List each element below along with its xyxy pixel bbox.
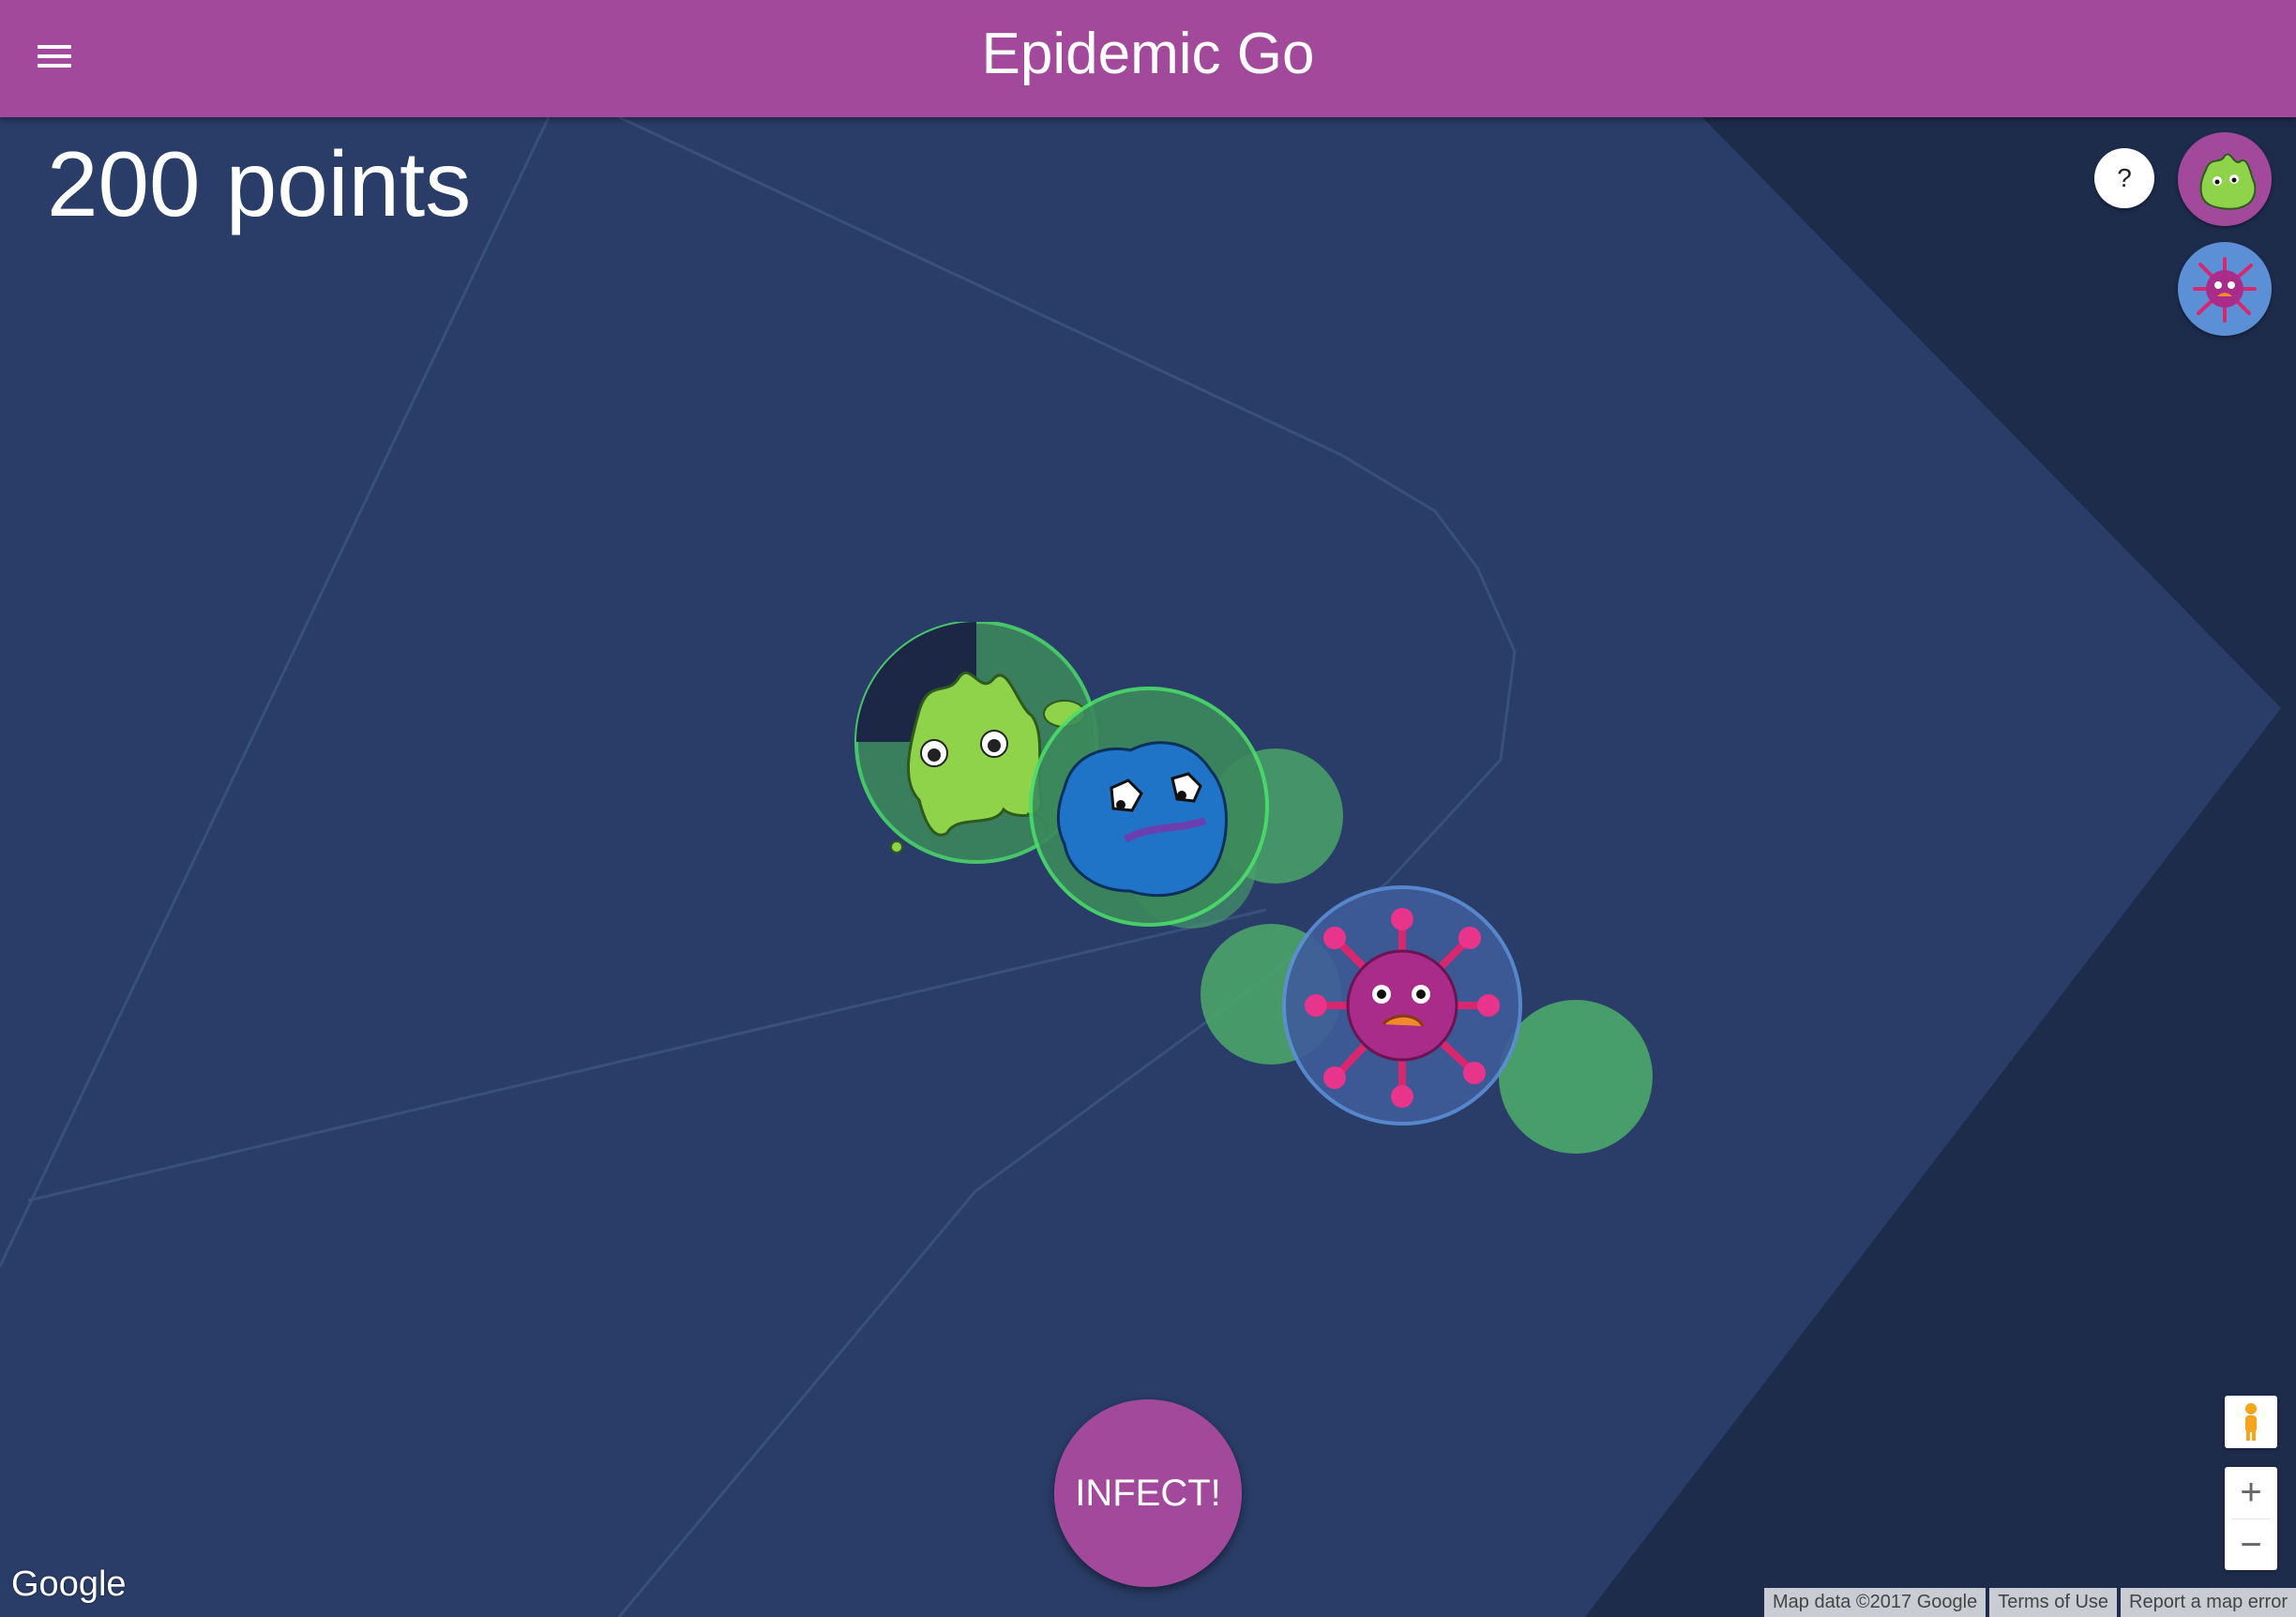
app-title: Epidemic Go bbox=[981, 22, 1315, 86]
game-map[interactable]: 200 points ? INFECT! + − Google Map data… bbox=[0, 117, 2296, 1617]
help-button[interactable]: ? bbox=[2094, 148, 2154, 208]
zoom-control: + − bbox=[2225, 1467, 2277, 1570]
blue-blob-marker[interactable] bbox=[1027, 685, 1271, 929]
zoom-out-button[interactable]: − bbox=[2225, 1519, 2277, 1571]
pink-virus-marker[interactable] bbox=[1280, 884, 1524, 1127]
player-avatar-green-slime[interactable] bbox=[2178, 132, 2272, 226]
app-bar: Epidemic Go bbox=[0, 0, 2296, 117]
zoom-in-button[interactable]: + bbox=[2225, 1467, 2277, 1519]
pink-virus-icon bbox=[2193, 257, 2257, 323]
green-slime-icon bbox=[2199, 153, 2257, 210]
street-view-pegman-icon[interactable] bbox=[2225, 1396, 2277, 1448]
report-map-error-link[interactable]: Report a map error bbox=[2121, 1588, 2296, 1617]
terms-of-use-link[interactable]: Terms of Use bbox=[1989, 1588, 2118, 1617]
score-display: 200 points bbox=[47, 132, 472, 235]
map-attribution: Map data ©2017 Google Terms of Use Repor… bbox=[1760, 1588, 2296, 1617]
player-avatar-pink-virus[interactable] bbox=[2178, 242, 2272, 336]
google-logo[interactable]: Google bbox=[11, 1564, 127, 1605]
infect-button[interactable]: INFECT! bbox=[1054, 1399, 1242, 1587]
map-data-credit: Map data ©2017 Google bbox=[1763, 1588, 1986, 1617]
